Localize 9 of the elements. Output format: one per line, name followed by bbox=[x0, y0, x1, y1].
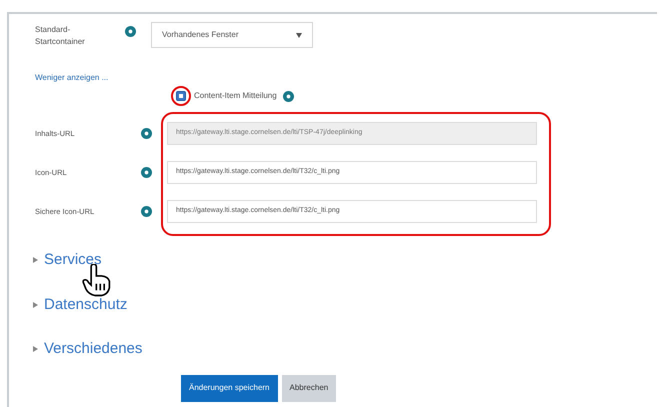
section-link[interactable]: Datenschutz bbox=[44, 294, 128, 316]
checkbox-label: Content-Item Mitteilung bbox=[194, 90, 277, 102]
field-label: Standard-Startcontainer bbox=[35, 24, 86, 48]
form-button[interactable]: Abbrechen bbox=[282, 374, 336, 402]
section-link[interactable]: Services bbox=[44, 249, 102, 272]
section-link[interactable]: Verschiedenes bbox=[44, 338, 142, 360]
toggle-link[interactable]: Weniger anzeigen ... bbox=[35, 72, 657, 84]
form-button[interactable]: Änderungen speichern bbox=[181, 374, 278, 402]
dropdown[interactable]: Vorhandenes Fenster bbox=[151, 22, 313, 48]
